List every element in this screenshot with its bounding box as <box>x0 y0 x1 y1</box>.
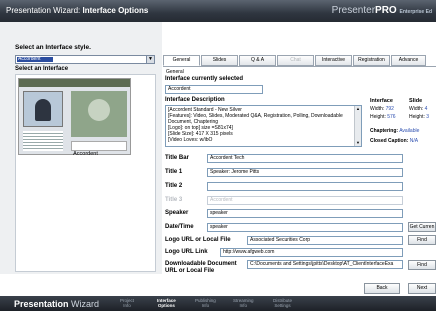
title-bar: Presentation Wizard: Interface Options P… <box>0 0 436 22</box>
height-value: 576 <box>387 114 396 120</box>
title2-label: Title 2 <box>165 183 183 189</box>
interface-info-heading: Interface <box>370 98 393 104</box>
datetime-field[interactable]: speaker <box>207 223 403 232</box>
tab-general[interactable]: General <box>163 55 200 66</box>
find-document-button[interactable]: Find <box>408 260 436 270</box>
title1-label: Title 1 <box>165 169 183 175</box>
document-label-line2: URL or Local File <box>165 268 215 274</box>
step-line: Info <box>123 303 131 308</box>
step-line: Settings <box>274 303 291 308</box>
description-line: [Video Loves: w/ibO <box>168 137 213 143</box>
slide-height: Height: 3 <box>409 114 429 120</box>
slide-width: Width: 4 <box>409 106 427 112</box>
interface-height: Height: 576 <box>370 114 396 120</box>
description-scrollbar[interactable] <box>354 106 361 146</box>
title3-label: Title 3 <box>165 197 183 203</box>
interface-width: Width: 792 <box>370 106 394 112</box>
slide-width-value: 4 <box>424 106 428 112</box>
datetime-label: Date/Time <box>165 224 194 230</box>
back-button[interactable]: Back <box>364 283 400 294</box>
find-logo-button[interactable]: Find <box>408 235 436 245</box>
width-label: Width: <box>370 106 385 112</box>
window-title-bold: Interface Options <box>82 6 149 15</box>
thumbnail-strip <box>71 141 127 151</box>
logo-edition: Enterprise Ed <box>399 9 432 15</box>
step-line: Options <box>157 303 175 308</box>
description-textarea[interactable]: [Accordent Standard - New Silver [Featur… <box>165 105 362 147</box>
thumbnail-label: Accordent <box>73 151 98 157</box>
document-file-field[interactable]: C:\Documents and Settings\jpitts\Desktop… <box>247 260 403 269</box>
chevron-down-icon[interactable]: ▼ <box>146 56 154 63</box>
step-publishing-info[interactable]: Publishing Info <box>195 298 216 308</box>
style-select-value: Accordent <box>17 57 53 62</box>
thumbnail-text <box>23 131 63 151</box>
speaker-label: Speaker <box>165 210 189 216</box>
description-heading: Interface Description <box>165 97 225 103</box>
tab-advanced[interactable]: Advance <box>391 55 426 66</box>
thumbnail-header <box>19 79 130 87</box>
step-project-info[interactable]: Project Info <box>120 298 134 308</box>
current-interface-heading: Interface currently selected <box>165 76 244 82</box>
wizard-brand: Presentation Wizard <box>14 299 99 309</box>
title1-field[interactable]: Speaker: Jerome Pitts <box>207 168 403 177</box>
chaptering-value: Available <box>399 128 420 134</box>
tab-chat[interactable]: Chat <box>277 55 314 66</box>
logo-file-label: Logo URL or Local File <box>165 237 231 243</box>
step-line: Info <box>201 303 210 308</box>
thumbnail-slide <box>71 91 127 137</box>
title-bar-label: Title Bar <box>165 155 189 161</box>
window-title-prefix: Presentation Wizard: <box>6 6 81 15</box>
interface-heading: Select an Interface <box>15 66 69 72</box>
step-distribute-settings[interactable]: Distribute Settings <box>273 298 292 308</box>
captions-label: Closed Caption: <box>370 138 409 144</box>
height-label: Height: <box>370 114 386 120</box>
get-current-button[interactable]: Get Curren <box>408 222 436 232</box>
interface-style-select[interactable]: Accordent ▼ <box>15 55 155 64</box>
captions-value: N/A <box>409 138 419 144</box>
next-button[interactable]: Next <box>408 283 436 294</box>
slide-width-label: Width: <box>409 106 424 112</box>
current-interface-field[interactable]: Accordent <box>165 85 263 94</box>
title-bar-field[interactable]: Accordent Tech <box>207 154 403 163</box>
tab-registration[interactable]: Registration <box>353 55 390 66</box>
captions-info: Closed Caption: N/A <box>370 138 418 144</box>
brand-light: Wizard <box>71 299 100 309</box>
thumbnail-video <box>23 91 63 127</box>
title2-field[interactable] <box>207 182 403 191</box>
logo-light: Presenter <box>331 5 376 16</box>
step-streaming-info[interactable]: Streaming Info <box>233 298 254 308</box>
logo-file-field[interactable]: Associated Securities Corp <box>247 236 403 245</box>
style-heading: Select an Interface style. <box>15 44 91 51</box>
title3-field[interactable]: Accordent <box>207 196 403 205</box>
step-interface-options[interactable]: Interface Options <box>157 298 176 308</box>
chaptering-info: Chaptering: Available <box>370 128 419 134</box>
tab-slides[interactable]: Slides <box>201 55 238 66</box>
tab-interactive[interactable]: Interactive <box>315 55 352 66</box>
chaptering-label: Chaptering: <box>370 128 399 134</box>
wizard-step-bar: Presentation Wizard Project Info Interfa… <box>0 296 436 311</box>
step-line: Info <box>239 303 248 308</box>
tab-qa[interactable]: Q & A <box>239 55 276 66</box>
interface-thumbnail[interactable] <box>18 78 131 155</box>
speaker-field[interactable]: speaker <box>207 209 403 218</box>
section-label: General <box>166 69 184 75</box>
document-label-line1: Downloadable Document <box>165 261 237 267</box>
presenterpro-logo: PresenterPRO Enterprise Ed <box>332 5 432 16</box>
window-title: Presentation Wizard: Interface Options <box>6 6 148 15</box>
logo-bold: PRO <box>375 5 397 16</box>
brand-bold: Presentation <box>14 299 69 309</box>
tab-bar: General Slides Q & A Chat Interactive Re… <box>163 55 436 66</box>
slide-height-label: Height: <box>409 114 425 120</box>
width-value: 792 <box>385 106 394 112</box>
slide-height-value: 3 <box>426 114 430 120</box>
logo-link-label: Logo URL Link <box>165 249 208 255</box>
logo-link-field[interactable]: http://www.afgweb.com <box>220 248 403 257</box>
accordent-logo-icon <box>88 99 110 121</box>
slide-info-heading: Slide <box>409 98 423 104</box>
